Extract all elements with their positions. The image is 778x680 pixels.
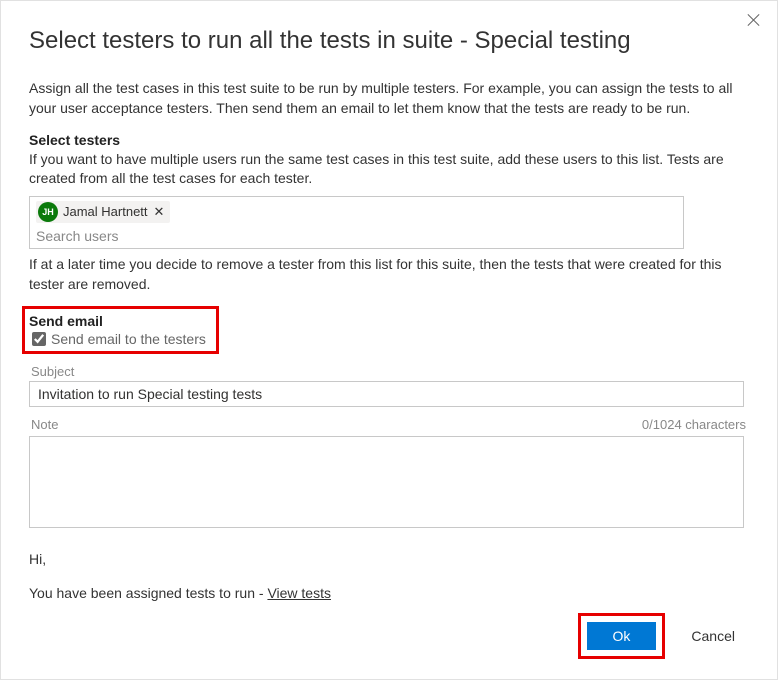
button-row: Ok Cancel — [578, 613, 749, 659]
remove-chip-icon[interactable]: ✕ — [154, 204, 165, 220]
search-users-input[interactable] — [36, 225, 677, 246]
email-preview-greeting: Hi, — [29, 551, 749, 567]
email-preview-text: You have been assigned tests to run - — [29, 585, 267, 601]
note-textarea[interactable] — [29, 436, 744, 528]
dialog-intro: Assign all the test cases in this test s… — [29, 79, 749, 118]
avatar: JH — [38, 202, 58, 222]
subject-input[interactable] — [29, 381, 744, 407]
select-testers-description: If you want to have multiple users run t… — [29, 150, 749, 188]
subject-label: Subject — [31, 364, 74, 379]
send-email-checkbox[interactable] — [32, 332, 46, 346]
dialog-title: Select testers to run all the tests in s… — [29, 27, 749, 55]
note-label: Note — [31, 417, 58, 432]
close-icon[interactable] — [745, 11, 763, 29]
ok-button[interactable]: Ok — [587, 622, 657, 650]
email-preview-line: You have been assigned tests to run - Vi… — [29, 585, 749, 601]
highlight-send-email: Send email Send email to the testers — [22, 306, 219, 354]
view-tests-link[interactable]: View tests — [267, 585, 331, 601]
tester-chip-label: Jamal Hartnett — [63, 204, 148, 219]
note-counter: 0/1024 characters — [642, 417, 746, 432]
remove-tester-note: If at a later time you decide to remove … — [29, 255, 749, 294]
tester-picker[interactable]: JH Jamal Hartnett ✕ — [29, 196, 684, 249]
dialog: Select testers to run all the tests in s… — [0, 0, 778, 680]
send-email-header: Send email — [29, 313, 206, 329]
cancel-button[interactable]: Cancel — [677, 622, 749, 650]
highlight-ok-button: Ok — [578, 613, 666, 659]
send-email-checkbox-label: Send email to the testers — [51, 331, 206, 347]
select-testers-header: Select testers — [29, 132, 749, 148]
tester-chip[interactable]: JH Jamal Hartnett ✕ — [36, 201, 170, 223]
